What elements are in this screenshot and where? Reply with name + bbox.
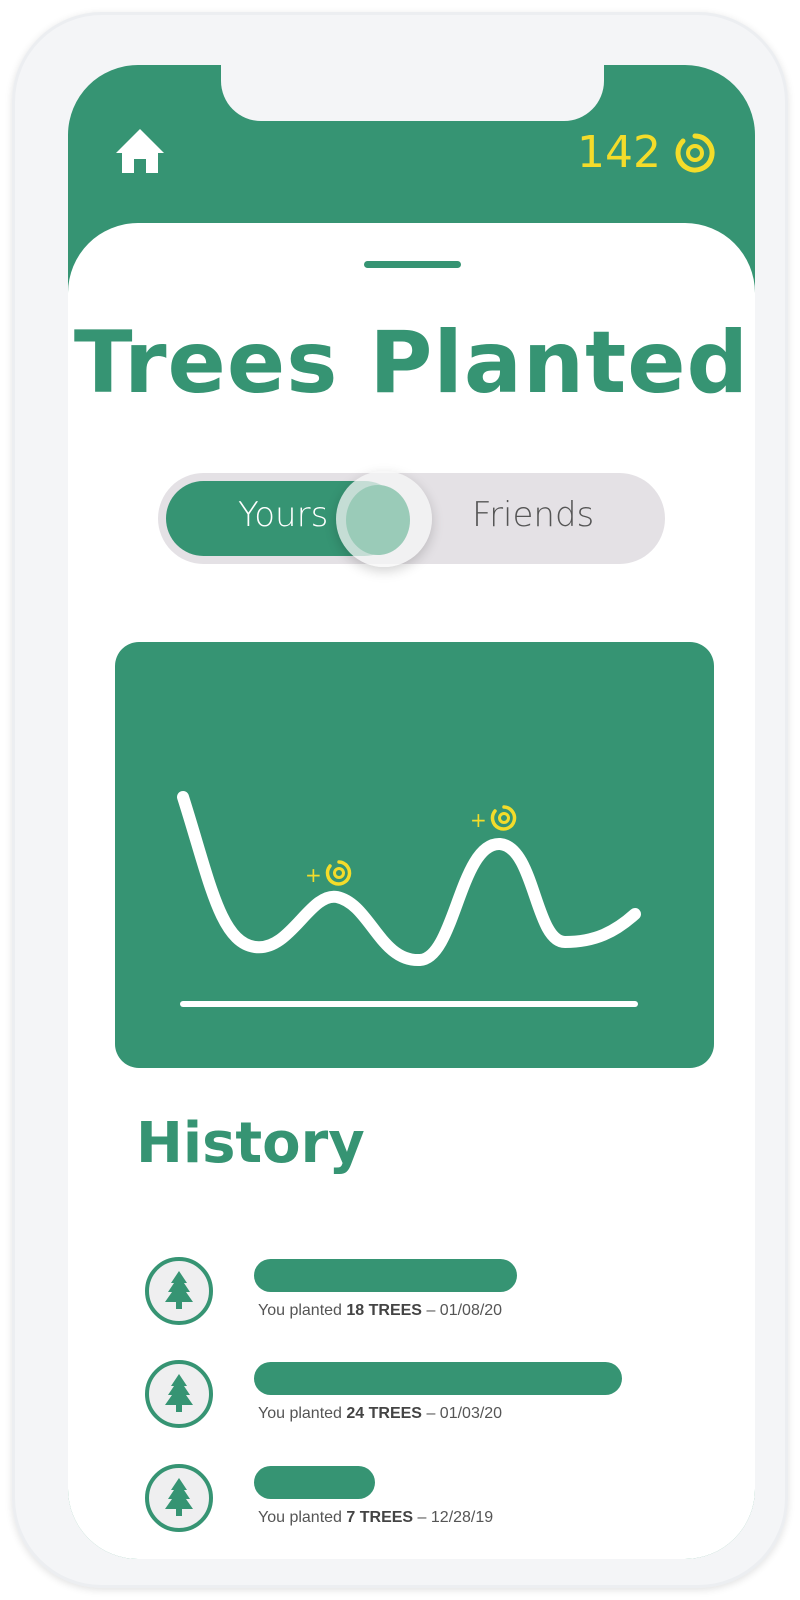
toggle-option-friends[interactable]: Friends: [472, 495, 594, 535]
tree-badge: [145, 1464, 213, 1532]
page-title: Trees Planted: [73, 313, 750, 413]
chart-line: [177, 791, 641, 966]
marker-plus: +: [470, 808, 487, 832]
coin-balance: 142: [577, 127, 715, 178]
history-bar: [254, 1466, 375, 1499]
marker-plus: +: [305, 863, 322, 887]
notch: [221, 65, 604, 121]
history-item[interactable]: You planted 18 TREES – 01/08/20: [68, 1257, 755, 1337]
coin-count: 142: [577, 127, 661, 178]
tree-icon: [165, 1271, 193, 1309]
coin-icon: [675, 133, 715, 172]
history-heading: History: [136, 1111, 365, 1176]
history-item[interactable]: You planted 7 TREES – 12/28/19: [68, 1464, 755, 1544]
toggle-option-yours[interactable]: Yours: [238, 495, 328, 535]
content-sheet: Trees Planted Yours Friends + + History …: [68, 223, 755, 1559]
history-item[interactable]: You planted 24 TREES – 01/03/20: [68, 1360, 755, 1440]
trees-chart: + +: [115, 642, 714, 1068]
history-text: You planted 7 TREES – 12/28/19: [258, 1509, 494, 1526]
history-text: You planted 24 TREES – 01/03/20: [258, 1405, 503, 1422]
knob-highlight: [346, 485, 410, 555]
history-bar: [254, 1362, 622, 1395]
history-bar: [254, 1259, 517, 1292]
coin-marker-1: +: [305, 860, 352, 887]
phone-frame: 142 Trees Planted Yours Friends + + Hist…: [12, 12, 788, 1588]
toggle-knob[interactable]: [336, 471, 432, 567]
tree-badge: [145, 1257, 213, 1325]
app-screen: 142 Trees Planted Yours Friends + + Hist…: [68, 65, 755, 1559]
history-text: You planted 18 TREES – 01/08/20: [258, 1302, 503, 1319]
tree-icon: [165, 1374, 193, 1412]
coin-marker-2: +: [470, 805, 517, 832]
yours-friends-toggle[interactable]: Yours Friends: [158, 471, 665, 567]
drag-handle[interactable]: [364, 261, 461, 268]
tree-badge: [145, 1360, 213, 1428]
home-icon[interactable]: [114, 127, 166, 175]
tree-icon: [165, 1478, 193, 1516]
